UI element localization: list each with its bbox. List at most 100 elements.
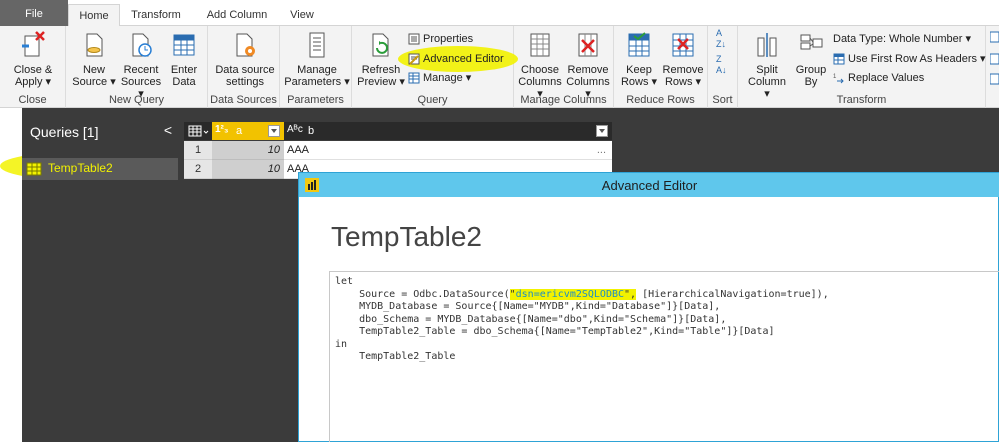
replace-values-icon: 1 bbox=[833, 74, 844, 84]
column-header-b[interactable]: Aᴮᴄ b bbox=[284, 122, 612, 140]
sort-descending-button[interactable]: Z A↓ bbox=[716, 54, 727, 78]
group-label-query: Query bbox=[417, 94, 448, 106]
new-source-button[interactable]: New Source ▾ bbox=[72, 30, 116, 88]
editor-title-bar[interactable]: Advanced Editor bbox=[299, 173, 999, 197]
code-line: let bbox=[335, 276, 354, 287]
column-filter-icon[interactable] bbox=[596, 125, 608, 137]
keep-rows-icon bbox=[628, 32, 650, 57]
table-cell[interactable]: AAA ... bbox=[284, 141, 612, 160]
column-header-label: b bbox=[308, 125, 315, 137]
tab-view[interactable]: View bbox=[280, 4, 324, 26]
editor-window-title: Advanced Editor bbox=[601, 178, 698, 193]
refresh-label-2: Preview ▾ bbox=[357, 76, 405, 88]
group-label-reduce-rows: Reduce Rows bbox=[626, 94, 695, 106]
column-header-a[interactable]: 1²₃ a bbox=[212, 122, 284, 140]
group-by-label: Group bbox=[795, 64, 827, 76]
sort-descending-icon: Z A↓ bbox=[716, 54, 727, 75]
remove-columns-button[interactable]: Remove Columns ▾ bbox=[564, 30, 612, 100]
advanced-editor-label: Advanced Editor bbox=[423, 53, 504, 65]
new-source-label: New bbox=[82, 64, 105, 76]
group-by-button[interactable]: Group By bbox=[792, 30, 830, 88]
keep-rows-label: Keep bbox=[626, 64, 652, 76]
table-cell[interactable]: 10 bbox=[212, 160, 284, 179]
keep-rows-button[interactable]: Keep Rows ▾ bbox=[618, 30, 660, 88]
remove-rows-label-2: Rows ▾ bbox=[664, 76, 702, 88]
keep-rows-label-2: Rows ▾ bbox=[620, 76, 658, 88]
ribbon-tab-bar: File Home Transform Add Column View bbox=[0, 0, 999, 26]
sort-ascending-button[interactable]: A Z↓ bbox=[716, 28, 726, 52]
code-line: [HierarchicalNavigation=true]), bbox=[636, 288, 829, 300]
group-by-label-2: By bbox=[804, 76, 818, 88]
column-filter-icon[interactable] bbox=[268, 125, 280, 137]
data-source-settings-button[interactable]: Data source settings bbox=[212, 30, 278, 88]
new-source-icon bbox=[86, 33, 103, 57]
group-transform: Split Column ▾ Group By Data Type: Whole… bbox=[738, 26, 986, 108]
queries-pane: Queries [1] < TempTable2 bbox=[22, 108, 178, 442]
data-source-settings-label-2: settings bbox=[226, 76, 264, 88]
row-number[interactable]: 2 bbox=[184, 160, 212, 179]
close-apply-label-2: Apply ▾ bbox=[14, 76, 52, 88]
code-line: in bbox=[335, 338, 348, 350]
remove-columns-icon bbox=[578, 33, 598, 57]
table-menu-icon bbox=[188, 125, 209, 137]
editor-query-name: TempTable2 bbox=[331, 221, 482, 252]
code-editor[interactable]: let Source = Odbc.DataSource("dsn=ericvm… bbox=[329, 271, 999, 442]
first-row-headers-label: Use First Row As Headers ▾ bbox=[848, 53, 986, 65]
tab-transform[interactable]: Transform bbox=[124, 4, 188, 26]
row-number[interactable]: 1 bbox=[184, 141, 212, 160]
collapse-pane-icon[interactable]: < bbox=[164, 122, 172, 138]
sort-ascending-icon: A Z↓ bbox=[716, 28, 726, 49]
replace-values-button[interactable]: 1 Replace Values bbox=[833, 69, 924, 87]
choose-columns-button[interactable]: Choose Columns ▾ bbox=[516, 30, 564, 100]
group-label-sort: Sort bbox=[712, 94, 733, 106]
split-column-button[interactable]: Split Column ▾ bbox=[744, 30, 790, 100]
data-type-label: Data Type: Whole Number ▾ bbox=[833, 33, 971, 45]
manage-button[interactable]: Manage ▾ bbox=[408, 69, 471, 87]
tab-add-column[interactable]: Add Column bbox=[196, 4, 278, 26]
remove-rows-icon bbox=[672, 33, 694, 57]
tab-file[interactable]: File bbox=[0, 0, 68, 26]
remove-columns-label: Remove bbox=[567, 64, 609, 76]
table-cell[interactable]: 10 bbox=[212, 141, 284, 160]
remove-rows-button[interactable]: Remove Rows ▾ bbox=[660, 30, 706, 88]
ribbon-overflow-icon[interactable] bbox=[989, 30, 999, 90]
table-grid-icon bbox=[173, 34, 195, 56]
manage-icon bbox=[408, 72, 420, 84]
use-first-row-headers-button[interactable]: Use First Row As Headers ▾ bbox=[833, 50, 986, 68]
group-query: Refresh Preview ▾ Properties Advanced Ed… bbox=[352, 26, 518, 108]
first-row-headers-icon bbox=[833, 53, 845, 65]
manage-parameters-button[interactable]: Manage Parameters ▾ bbox=[284, 30, 350, 88]
group-label-data-sources: Data Sources bbox=[210, 94, 277, 106]
data-type-dropdown[interactable]: Data Type: Whole Number ▾ bbox=[833, 30, 971, 48]
text-type-icon[interactable]: Aᴮᴄ bbox=[287, 124, 303, 135]
replace-values-label: Replace Values bbox=[848, 72, 925, 84]
group-close: Close & Apply ▾ Close bbox=[0, 26, 66, 108]
queries-title: Queries [1] bbox=[30, 124, 99, 140]
code-line: MYDB_Database = Source{[Name="MYDB",Kind… bbox=[335, 301, 721, 312]
grid-corner-menu[interactable] bbox=[184, 122, 212, 140]
enter-data-button[interactable]: Enter Data bbox=[166, 30, 202, 88]
manage-parameters-label: Manage bbox=[297, 64, 337, 76]
recent-sources-label: Recent bbox=[123, 64, 159, 76]
group-label-parameters: Parameters bbox=[287, 94, 344, 106]
remove-rows-label: Remove bbox=[662, 64, 704, 76]
new-source-label-2: Source ▾ bbox=[72, 76, 116, 88]
query-item-temptable2[interactable]: TempTable2 bbox=[22, 158, 178, 180]
group-by-icon bbox=[800, 34, 823, 50]
svg-text:1: 1 bbox=[833, 74, 837, 80]
cell-overflow-indicator: ... bbox=[596, 144, 606, 156]
group-sort: A Z↓ Z A↓ Sort bbox=[708, 26, 738, 108]
group-manage-columns: Choose Columns ▾ Remove Columns ▾ Manage… bbox=[514, 26, 614, 108]
table-icon bbox=[26, 162, 42, 176]
advanced-editor-window: Advanced Editor TempTable2 let Source = … bbox=[298, 172, 999, 442]
cell-value: AAA bbox=[287, 144, 310, 156]
close-apply-button[interactable]: Close & Apply ▾ bbox=[4, 30, 62, 88]
group-parameters: Manage Parameters ▾ Parameters bbox=[280, 26, 352, 108]
recent-sources-button[interactable]: Recent Sources ▾ bbox=[118, 30, 164, 100]
recent-sources-icon bbox=[132, 33, 152, 57]
properties-label: Properties bbox=[423, 33, 474, 45]
advanced-editor-button[interactable]: Advanced Editor bbox=[408, 50, 504, 68]
tab-home[interactable]: Home bbox=[68, 4, 120, 26]
close-apply-icon bbox=[22, 31, 45, 57]
whole-number-type-icon[interactable]: 1²₃ bbox=[215, 124, 229, 135]
